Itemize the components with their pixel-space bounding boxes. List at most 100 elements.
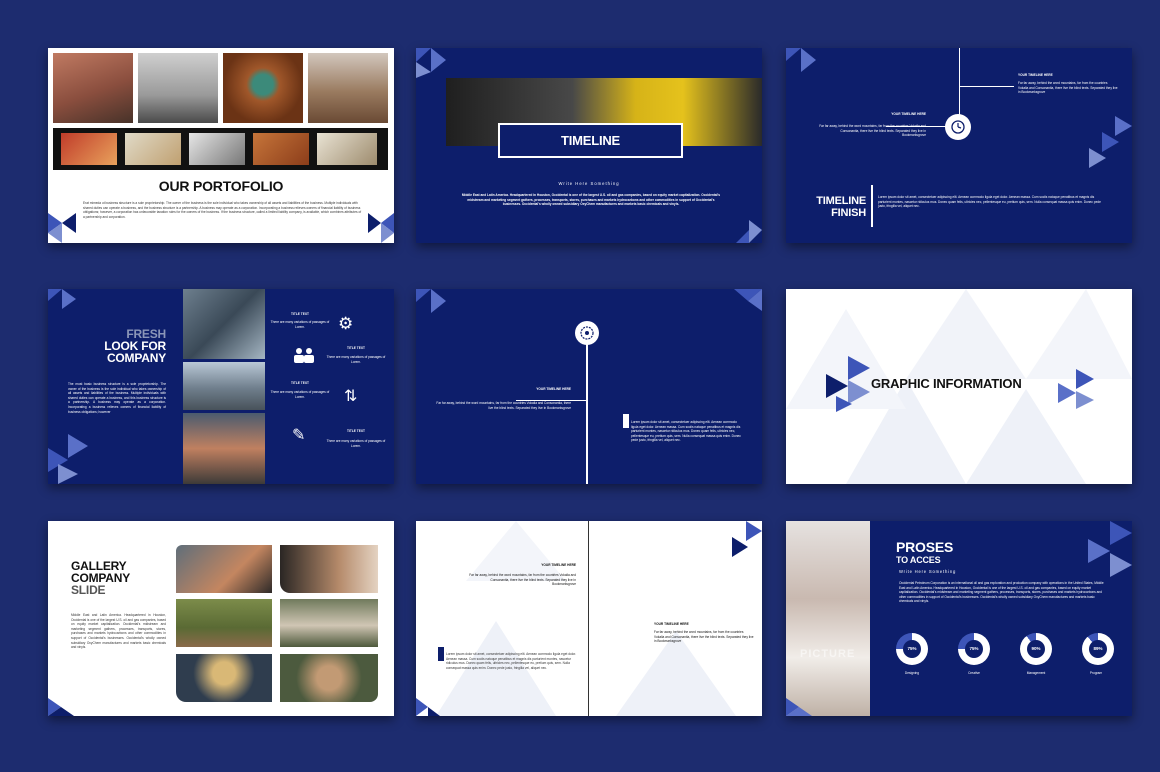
timeline-vertical-line	[588, 521, 589, 716]
background-triangles-icon	[436, 521, 736, 716]
item-title: TITLE TEXT	[347, 346, 365, 350]
stat-donut: 90%	[1020, 633, 1052, 665]
item-title: TITLE TEXT	[291, 381, 309, 385]
triangle-decor-icon	[416, 289, 446, 313]
slide-body: Erat mimeda ut business structure is a s…	[83, 201, 362, 219]
slide-title: GRAPHIC INFORMATION	[871, 376, 1022, 391]
people-icon	[292, 346, 316, 369]
timeline-heading: YOUR TIMELINE HERE	[891, 112, 926, 116]
slide-body: The most basic business structure is a s…	[68, 382, 166, 414]
triangle-cluster-icon	[1058, 369, 1094, 409]
timeline-heading: YOUR TIMELINE HERE	[654, 622, 689, 626]
photo-watermark: PICTURE	[800, 648, 856, 660]
photo-city-skyline	[183, 362, 265, 410]
timeline-heading: YOUR TIMELINE HERE	[536, 387, 571, 391]
timeline-horizontal-line	[959, 86, 1014, 87]
stat-value: 90%	[1027, 640, 1045, 658]
stat-label: Management	[1026, 671, 1046, 675]
triangle-decor-icon	[368, 213, 394, 243]
triangle-decor-icon	[786, 698, 812, 716]
text-marker	[623, 414, 629, 428]
title-box: TIMELINE	[498, 123, 683, 158]
slide-gallery[interactable]: GALLERY COMPANY SLIDE Middle East and La…	[48, 521, 394, 716]
timeline-body: Far far away, behind the word mountains,…	[1018, 81, 1118, 95]
slide-body: Occidental Petroleum Corporation is an i…	[899, 581, 1104, 604]
timeline-heading: YOUR TIMELINE HERE	[541, 563, 576, 567]
pencil-icon: ✎	[292, 427, 306, 444]
photo-gallery-bridge	[176, 599, 272, 647]
timeline-vertical-line	[586, 334, 588, 484]
slide-timeline-white[interactable]: YOUR TIMELINE HERE Far far away, behind …	[416, 521, 762, 716]
triangle-decor-icon	[48, 213, 76, 243]
slide-subtitle: Write Here Something	[558, 181, 620, 186]
item-body: There are many variations of passages of…	[326, 439, 386, 448]
slide-title: PROSES	[896, 539, 954, 555]
item-body: There are many variations of passages of…	[270, 320, 330, 329]
photo-field-woman	[308, 53, 388, 123]
slide-fresh-look[interactable]: FRESH LOOK FOR COMPANY The most basic bu…	[48, 289, 394, 484]
timeline-heading: YOUR TIMELINE HERE	[1018, 73, 1053, 77]
photo-misty-trees	[138, 53, 218, 123]
badge-icon	[575, 321, 599, 345]
timeline-body: Far far away, behind the word mountains,…	[819, 124, 926, 138]
arrows-icon: ⇅	[344, 388, 358, 405]
stat-label: Creative	[968, 671, 980, 675]
triangle-decor-icon	[416, 48, 446, 78]
slide-subtitle: TO ACCES	[896, 555, 941, 565]
slide-portfolio[interactable]: OUR PORTOFOLIO Erat mimeda ut business s…	[48, 48, 394, 243]
triangle-cluster-icon	[826, 356, 870, 412]
slide-tagline: Write Here Something	[899, 569, 957, 574]
slide-proses[interactable]: PICTURE PROSES TO ACCES Write Here Somet…	[786, 521, 1132, 716]
slide-timeline[interactable]: TIMELINE Write Here Something Middle Eas…	[416, 48, 762, 243]
triangle-decor-icon	[732, 521, 762, 557]
item-title: TITLE TEXT	[291, 312, 309, 316]
stat-value: 75%	[903, 640, 921, 658]
stat-donut: 75%	[958, 633, 990, 665]
slide-timeline-center[interactable]: YOUR TIMELINE HERE Far far away, behind …	[416, 289, 762, 484]
finish-title-line2: FINISH	[831, 207, 866, 219]
slide-body: Middle East and Latin America. Headquart…	[71, 613, 166, 650]
triangle-decor-icon	[734, 289, 762, 311]
photo-gallery-forest-man	[280, 599, 378, 647]
stat-donut: 89%	[1082, 633, 1114, 665]
photo-gallery-cat	[280, 654, 378, 702]
photo-woman-window	[786, 521, 870, 716]
stat-value: 75%	[965, 640, 983, 658]
photo-canyon-hiker	[53, 53, 133, 123]
stat-value: 89%	[1089, 640, 1107, 658]
triangle-decor-icon	[1089, 116, 1132, 168]
photo-gallery-blonde	[176, 654, 272, 702]
text-marker	[438, 647, 444, 661]
timeline-right-body: Lorem ipsum dolor sit amet, consectetuer…	[631, 420, 741, 443]
timeline-left-body: Lorem ipsum dolor sit amet, consectetuer…	[446, 652, 577, 670]
timeline-body: Far far away, behind the word mountains,…	[469, 573, 576, 587]
slide-title: OUR PORTOFOLIO	[158, 178, 284, 194]
slide-title-line3: COMPANY	[106, 351, 166, 365]
photo-gallery-window-girl	[280, 545, 378, 593]
slide-body: Middle East and Latin America. Headquart…	[461, 193, 721, 207]
slide-graphic-info[interactable]: GRAPHIC INFORMATION	[786, 289, 1132, 484]
triangle-decor-icon	[786, 48, 816, 72]
slide-title: TIMELINE	[560, 133, 621, 148]
finish-title-line1: TIMELINE	[816, 195, 866, 207]
stat-donut: 75%	[896, 633, 928, 665]
timeline-body: Far far away, behind the word mountains,…	[654, 630, 754, 644]
stat-label: Program	[1089, 671, 1103, 675]
photo-street-man	[183, 413, 265, 484]
finish-body: Lorem ipsum dolor sit amet, consectetuer…	[878, 195, 1101, 209]
gears-icon: ⚙	[338, 314, 354, 333]
triangle-decor-icon	[48, 289, 76, 309]
triangle-decor-icon	[48, 434, 88, 484]
photo-film-strip	[53, 128, 388, 170]
item-body: There are many variations of passages of…	[326, 355, 386, 364]
timeline-vertical-line	[959, 48, 960, 116]
photo-autumn-leaves	[223, 53, 303, 123]
triangle-decor-icon	[48, 698, 74, 716]
photo-gallery-street	[176, 545, 272, 593]
clock-icon	[945, 114, 971, 140]
slide-timeline-finish[interactable]: YOUR TIMELINE HERE Far far away, behind …	[786, 48, 1132, 243]
triangle-decor-icon	[1088, 521, 1132, 577]
timeline-body: Far far away, behind the word mountains,…	[436, 401, 571, 410]
finish-divider	[871, 185, 873, 227]
triangle-decor-icon	[416, 698, 440, 716]
